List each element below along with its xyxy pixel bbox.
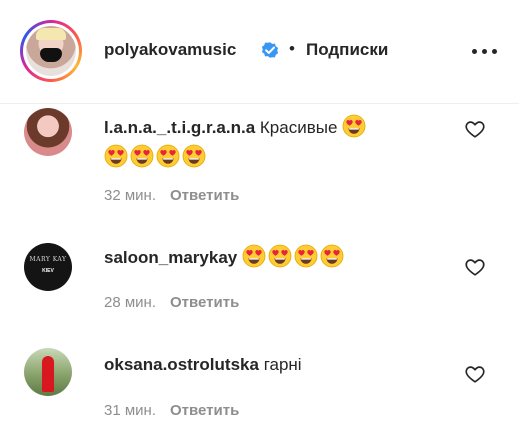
comment-meta: 28 мин. Ответить bbox=[104, 294, 239, 311]
heart-eyes-emoji-icon bbox=[182, 144, 206, 168]
comment-text: oksana.ostrolutska гарні bbox=[104, 350, 454, 380]
comment-username[interactable]: l.a.n.a._.t.i.g.r.a.n.a bbox=[104, 118, 255, 137]
separator-dot: • bbox=[289, 39, 295, 58]
heart-eyes-emoji-icon bbox=[342, 114, 366, 138]
profile-username[interactable]: polyakovamusic bbox=[104, 40, 236, 60]
heart-eyes-emoji-icon bbox=[320, 244, 344, 268]
commenter-avatar[interactable] bbox=[24, 108, 72, 156]
following-button[interactable]: Подписки bbox=[306, 40, 388, 60]
heart-eyes-emoji-icon bbox=[294, 244, 318, 268]
like-heart-icon[interactable] bbox=[464, 363, 486, 385]
profile-avatar[interactable] bbox=[26, 26, 76, 76]
comment-time: 28 мин. bbox=[104, 294, 156, 311]
comment-text: l.a.n.a._.t.i.g.r.a.n.a Красивые bbox=[104, 113, 454, 173]
profile-story-ring[interactable] bbox=[20, 20, 82, 82]
post-header: polyakovamusic • Подписки bbox=[0, 0, 519, 104]
emoji-group bbox=[242, 244, 346, 268]
more-options-icon[interactable] bbox=[470, 44, 500, 58]
reply-button[interactable]: Ответить bbox=[170, 294, 239, 311]
reply-button[interactable]: Ответить bbox=[170, 187, 239, 204]
comment-text: saloon_marykay bbox=[104, 243, 454, 273]
like-heart-icon[interactable] bbox=[464, 118, 486, 140]
heart-eyes-emoji-icon bbox=[268, 244, 292, 268]
avatar-brand-text: MARY KAY bbox=[29, 256, 67, 263]
comment-meta: 31 мин. Ответить bbox=[104, 402, 239, 419]
emoji-group bbox=[342, 114, 368, 138]
heart-eyes-emoji-icon bbox=[242, 244, 266, 268]
comment-body: Красивые bbox=[259, 118, 338, 137]
comment-username[interactable]: saloon_marykay bbox=[104, 248, 237, 267]
heart-eyes-emoji-icon bbox=[104, 144, 128, 168]
emoji-group bbox=[104, 144, 208, 168]
heart-eyes-emoji-icon bbox=[130, 144, 154, 168]
comment-time: 31 мин. bbox=[104, 402, 156, 419]
comment-meta: 32 мин. Ответить bbox=[104, 187, 239, 204]
commenter-avatar[interactable]: MARY KAY KIEV bbox=[24, 243, 72, 291]
comment-username[interactable]: oksana.ostrolutska bbox=[104, 355, 259, 374]
avatar-city-text: KIEV bbox=[42, 268, 54, 274]
like-heart-icon[interactable] bbox=[464, 256, 486, 278]
comment-time: 32 мин. bbox=[104, 187, 156, 204]
comment-body: гарні bbox=[263, 355, 302, 374]
commenter-avatar[interactable] bbox=[24, 348, 72, 396]
verified-badge-icon bbox=[261, 42, 279, 58]
heart-eyes-emoji-icon bbox=[156, 144, 180, 168]
reply-button[interactable]: Ответить bbox=[170, 402, 239, 419]
